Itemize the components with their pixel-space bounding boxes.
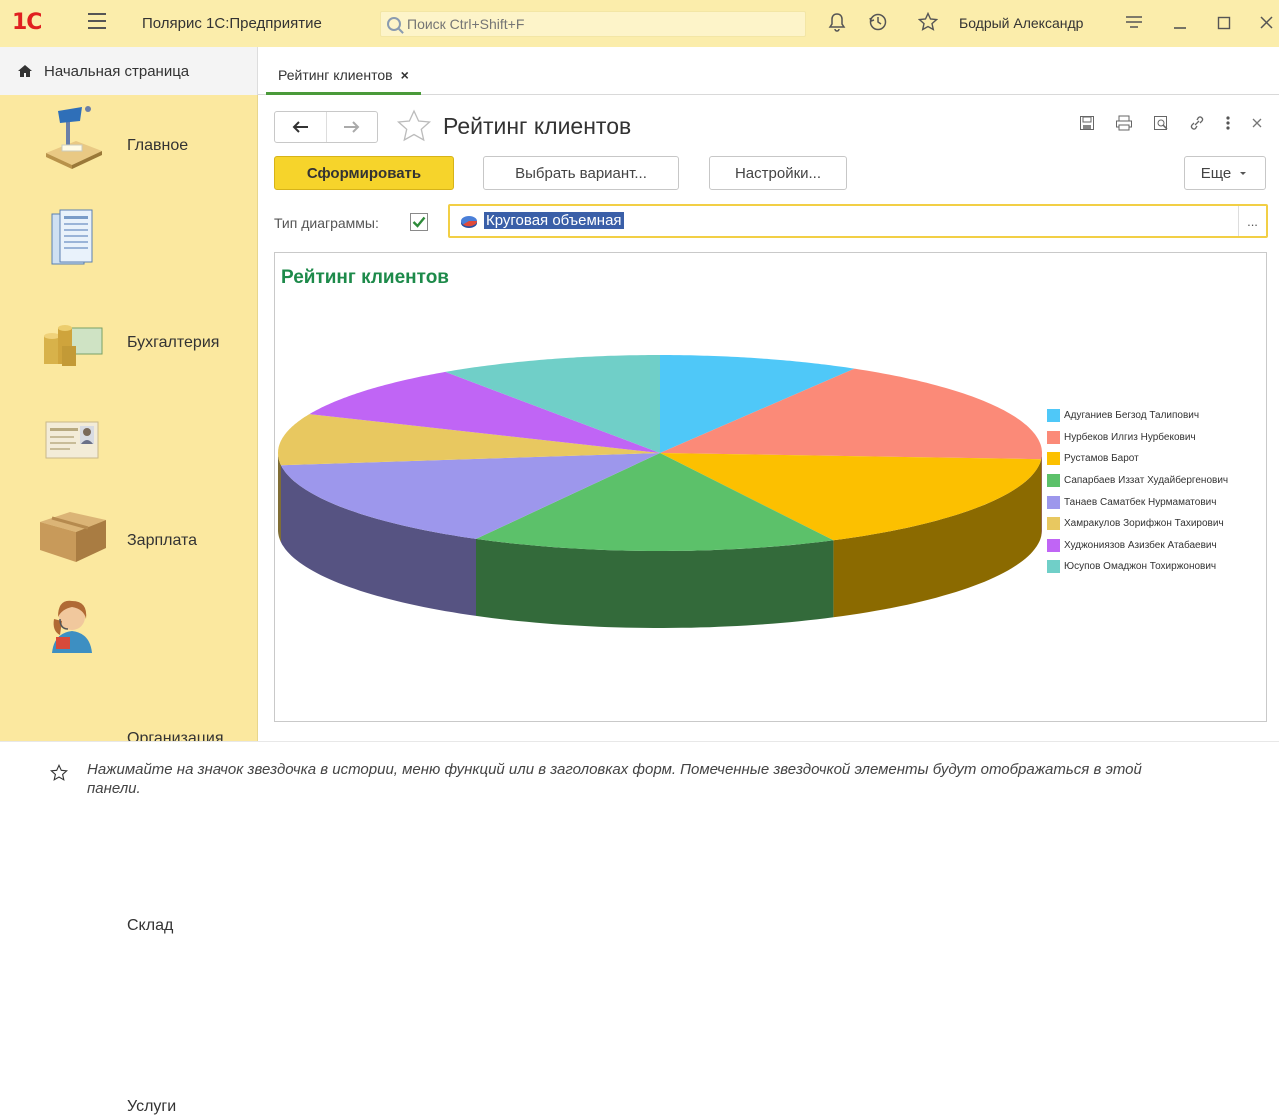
legend-label: Худжониязов Азизбек Атабаевич xyxy=(1064,539,1217,551)
legend-swatch xyxy=(1047,560,1060,574)
sidebar-item-accounting[interactable]: Бухгалтерия xyxy=(0,198,258,351)
more-button[interactable]: Еще xyxy=(1184,156,1266,190)
legend-swatch xyxy=(1047,517,1060,531)
tab-client-rating-label: Рейтинг клиентов xyxy=(278,66,393,83)
chart-type-value: Круговая объемная xyxy=(484,212,624,229)
settings-button[interactable]: Настройки... xyxy=(709,156,847,190)
preview-icon[interactable] xyxy=(1153,115,1169,131)
sidebar-item-organization[interactable]: Организация xyxy=(0,400,258,747)
legend-swatch xyxy=(1047,474,1060,488)
legend-item: Худжониязов Азизбек Атабаевич xyxy=(1047,535,1228,557)
legend-item: Рустамов Барот xyxy=(1047,448,1228,470)
more-vertical-icon[interactable] xyxy=(1225,115,1231,131)
tab-strip: Начальная страница Рейтинг клиентов × xyxy=(0,47,1279,95)
legend-item: Сапарбаев Иззат Худайбергенович xyxy=(1047,470,1228,492)
choose-variant-button[interactable]: Выбрать вариант... xyxy=(483,156,679,190)
chevron-down-icon xyxy=(1240,172,1247,175)
close-window-icon[interactable] xyxy=(1258,12,1274,38)
legend-item: Нурбеков Илгиз Нурбекович xyxy=(1047,427,1228,449)
id-card-icon xyxy=(45,421,99,459)
sidebar-item-label: Склад xyxy=(127,917,174,934)
bell-icon[interactable] xyxy=(828,12,846,38)
home-icon xyxy=(18,65,32,77)
legend-label: Хамракулов Зорифжон Тахирович xyxy=(1064,518,1224,530)
form-toolbar xyxy=(1079,115,1263,131)
tab-home[interactable]: Начальная страница xyxy=(0,47,258,95)
operator-icon xyxy=(52,600,92,653)
search-input[interactable] xyxy=(407,16,787,32)
report-form: Рейтинг клиентов Сформировать Выбрать ва… xyxy=(258,95,1279,741)
close-form-icon[interactable] xyxy=(1251,115,1263,131)
pie-chart-icon xyxy=(461,216,478,228)
tab-home-label: Начальная страница xyxy=(44,62,190,80)
favorites-panel: Нажимайте на значок звездочка в истории,… xyxy=(0,741,1279,816)
forward-button[interactable] xyxy=(325,112,378,142)
main-menu-button[interactable] xyxy=(88,13,106,29)
link-icon[interactable] xyxy=(1189,115,1205,131)
box-icon xyxy=(40,512,106,562)
history-icon[interactable] xyxy=(868,12,888,38)
form-title: Рейтинг клиентов xyxy=(443,113,632,139)
tab-close-button[interactable]: × xyxy=(401,67,409,83)
legend-item: Танаев Саматбек Нурмаматович xyxy=(1047,491,1228,513)
favorites-hint: Нажимайте на значок звездочка в истории,… xyxy=(87,761,1142,797)
checkmark-icon xyxy=(412,216,426,228)
chart-type-field[interactable]: Круговая объемная ... xyxy=(448,204,1268,238)
legend-label: Адуганиев Бегзод Талипович xyxy=(1064,410,1200,422)
title-bar: 1С Полярис 1С:Предприятие Бодрый Алексан… xyxy=(0,0,1279,47)
sidebar-item-services[interactable]: Услуги xyxy=(0,583,258,1115)
maximize-icon[interactable] xyxy=(1216,12,1232,38)
sidebar-item-salary[interactable]: Зарплата xyxy=(0,300,258,549)
back-button[interactable] xyxy=(275,112,326,142)
legend-swatch xyxy=(1047,495,1060,509)
arrow-right-icon xyxy=(343,121,360,133)
star-icon xyxy=(50,764,68,781)
legend-swatch xyxy=(1047,538,1060,552)
legend-swatch xyxy=(1047,409,1060,423)
coins-icon xyxy=(44,325,103,366)
print-icon[interactable] xyxy=(1115,115,1133,131)
app-title: Полярис 1С:Предприятие xyxy=(142,15,322,32)
sidebar-item-warehouse[interactable]: Склад xyxy=(0,492,258,934)
user-name[interactable]: Бодрый Александр xyxy=(959,15,1083,31)
tab-client-rating[interactable]: Рейтинг клиентов × xyxy=(266,57,421,95)
generate-button[interactable]: Сформировать xyxy=(274,156,454,190)
app-logo[interactable]: 1С xyxy=(12,10,42,35)
legend-swatch xyxy=(1047,430,1060,444)
legend-item: Юсупов Омаджон Тохиржонович xyxy=(1047,556,1228,578)
desk-lamp-icon xyxy=(46,106,102,169)
sidebar-item-main[interactable]: Главное xyxy=(0,95,258,185)
navigation-buttons xyxy=(274,111,378,143)
more-button-label: Еще xyxy=(1200,164,1232,182)
legend-label: Танаев Саматбек Нурмаматович xyxy=(1064,496,1217,508)
pie-slice-side-5 xyxy=(278,453,281,543)
sidebar-item-label: Главное xyxy=(127,137,189,154)
add-to-favorites-icon[interactable] xyxy=(396,109,432,143)
pie-chart xyxy=(278,355,1042,628)
legend-swatch xyxy=(1047,452,1060,466)
legend-item: Хамракулов Зорифжон Тахирович xyxy=(1047,513,1228,535)
minimize-icon[interactable] xyxy=(1172,12,1188,38)
sidebar-item-label: Услуги xyxy=(127,1098,177,1115)
chart-type-label: Тип диаграммы: xyxy=(274,215,379,231)
select-chart-type-button[interactable]: ... xyxy=(1238,206,1266,236)
pie-slice-side-3 xyxy=(476,538,834,628)
sidebar: Главное Бухгалтерия Зарплата Организация… xyxy=(0,95,258,1115)
chart-legend: Адуганиев Бегзод Талипович Нурбеков Илгиз… xyxy=(1047,405,1228,578)
search-box[interactable] xyxy=(380,11,806,37)
chart-type-checkbox[interactable] xyxy=(410,213,428,231)
arrow-left-icon xyxy=(292,121,309,133)
legend-label: Юсупов Омаджон Тохиржонович xyxy=(1064,561,1217,573)
documents-icon xyxy=(51,209,93,265)
favorites-icon[interactable] xyxy=(917,11,939,38)
search-icon xyxy=(387,17,401,31)
legend-label: Сапарбаев Иззат Худайбергенович xyxy=(1064,475,1229,487)
save-icon[interactable] xyxy=(1079,115,1095,131)
legend-item: Адуганиев Бегзод Талипович xyxy=(1047,405,1228,427)
settings-menu-icon[interactable] xyxy=(1124,12,1144,38)
legend-label: Рустамов Барот xyxy=(1064,453,1139,465)
pie-slice-side-1 xyxy=(1041,453,1042,537)
chart-area: Рейтинг клиентов Адуганиев Бегзод Талипо… xyxy=(274,252,1267,722)
legend-label: Нурбеков Илгиз Нурбекович xyxy=(1064,431,1196,443)
